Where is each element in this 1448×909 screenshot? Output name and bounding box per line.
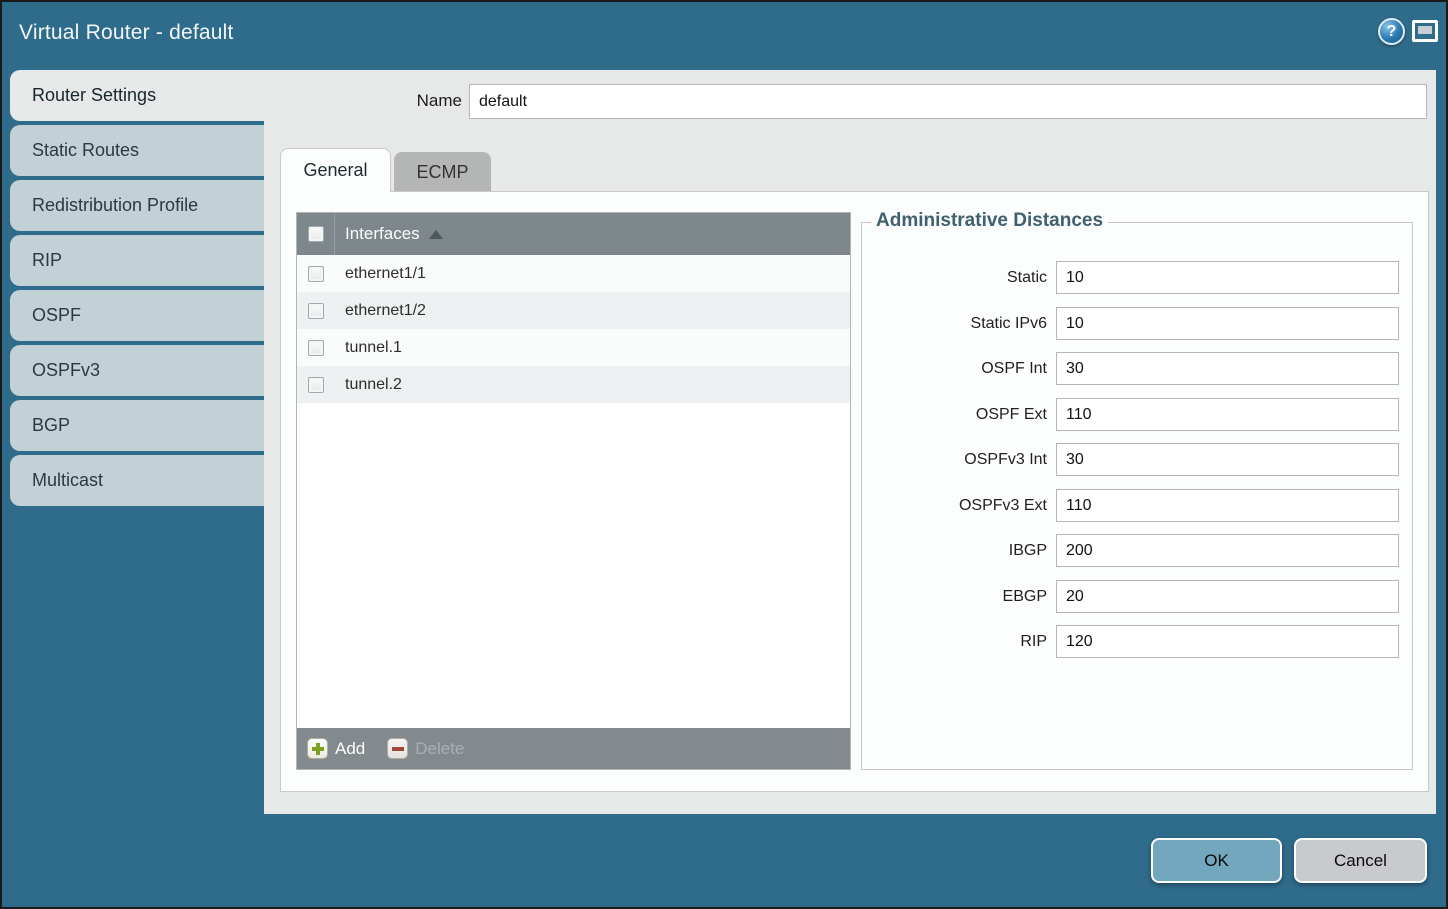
field-row: OSPFv3 Int — [862, 443, 1412, 477]
ospfv3-int-label: OSPFv3 Int — [862, 451, 1047, 469]
sort-ascending-icon[interactable] — [429, 230, 443, 239]
row-checkbox[interactable] — [308, 377, 324, 393]
table-row[interactable]: tunnel.2 — [297, 366, 850, 403]
ospfv3-int-input[interactable] — [1056, 443, 1399, 476]
administrative-distances-legend: Administrative Distances — [871, 210, 1108, 232]
static-ipv6-label: Static IPv6 — [862, 315, 1047, 333]
ospfv3-ext-label: OSPFv3 Ext — [862, 497, 1047, 515]
row-checkbox[interactable] — [308, 303, 324, 319]
field-row: EBGP — [862, 580, 1412, 614]
interfaces-table-footer: Add Delete — [297, 728, 850, 769]
tab-general[interactable]: General — [280, 148, 391, 192]
interfaces-table-body: ethernet1/1 ethernet1/2 tunnel.1 tunnel.… — [297, 255, 850, 728]
delete-button[interactable]: Delete — [387, 738, 464, 759]
static-label: Static — [862, 269, 1047, 287]
ospf-int-input[interactable] — [1056, 352, 1399, 385]
add-button[interactable]: Add — [307, 738, 365, 759]
field-row: OSPF Ext — [862, 398, 1412, 432]
dialog-title: Virtual Router - default — [19, 21, 234, 45]
rip-label: RIP — [862, 633, 1047, 651]
interface-name: ethernet1/1 — [345, 265, 426, 283]
minus-icon — [387, 738, 408, 759]
row-checkbox[interactable] — [308, 266, 324, 282]
sidebar-item-rip[interactable]: RIP — [10, 235, 264, 286]
interfaces-table: Interfaces ethernet1/1 ethernet1/2 tunne… — [296, 212, 851, 770]
row-checkbox[interactable] — [308, 340, 324, 356]
virtual-router-dialog: Virtual Router - default ? Router Settin… — [0, 0, 1448, 909]
field-row: OSPFv3 Ext — [862, 489, 1412, 523]
ospf-ext-label: OSPF Ext — [862, 406, 1047, 424]
sidebar-item-ospfv3[interactable]: OSPFv3 — [10, 345, 264, 396]
table-row[interactable]: ethernet1/2 — [297, 292, 850, 329]
sidebar-item-router-settings[interactable]: Router Settings — [10, 70, 264, 121]
ospfv3-ext-input[interactable] — [1056, 489, 1399, 522]
interface-name: tunnel.2 — [345, 376, 402, 394]
field-row: RIP — [862, 625, 1412, 659]
tabstrip: General ECMP — [280, 148, 491, 192]
sidebar: Router Settings Static Routes Redistribu… — [10, 70, 264, 510]
field-row: Static IPv6 — [862, 307, 1412, 341]
name-input[interactable] — [469, 84, 1427, 119]
interface-name: ethernet1/2 — [345, 302, 426, 320]
delete-button-label: Delete — [415, 739, 464, 759]
sidebar-item-multicast[interactable]: Multicast — [10, 455, 264, 506]
select-all-checkbox[interactable] — [308, 226, 324, 242]
cancel-button[interactable]: Cancel — [1294, 838, 1427, 883]
static-ipv6-input[interactable] — [1056, 307, 1399, 340]
field-row: Static — [862, 261, 1412, 295]
ibgp-input[interactable] — [1056, 534, 1399, 567]
ebgp-input[interactable] — [1056, 580, 1399, 613]
sidebar-item-bgp[interactable]: BGP — [10, 400, 264, 451]
name-row: Name — [264, 84, 1436, 120]
help-icon[interactable]: ? — [1378, 18, 1405, 45]
ospf-ext-input[interactable] — [1056, 398, 1399, 431]
interfaces-column-header[interactable]: Interfaces — [345, 224, 420, 244]
window-icon-pane — [1418, 26, 1432, 34]
table-row[interactable]: tunnel.1 — [297, 329, 850, 366]
plus-icon — [307, 738, 328, 759]
ospf-int-label: OSPF Int — [862, 360, 1047, 378]
sidebar-item-static-routes[interactable]: Static Routes — [10, 125, 264, 176]
header-checkbox-cell — [297, 213, 335, 255]
field-row: OSPF Int — [862, 352, 1412, 386]
tab-ecmp[interactable]: ECMP — [394, 152, 491, 192]
administrative-distances-fieldset: Administrative Distances Static Static I… — [861, 222, 1413, 770]
rip-input[interactable] — [1056, 625, 1399, 658]
ibgp-label: IBGP — [862, 542, 1047, 560]
name-label: Name — [406, 91, 462, 111]
main-panel: Name General ECMP Interfaces — [264, 70, 1436, 814]
table-row[interactable]: ethernet1/1 — [297, 255, 850, 292]
interface-name: tunnel.1 — [345, 339, 402, 357]
add-button-label: Add — [335, 739, 365, 759]
titlebar: Virtual Router - default ? — [2, 2, 1446, 68]
field-row: IBGP — [862, 534, 1412, 568]
general-tab-panel: Interfaces ethernet1/1 ethernet1/2 tunne… — [280, 191, 1429, 792]
ok-button[interactable]: OK — [1151, 838, 1282, 883]
sidebar-item-ospf[interactable]: OSPF — [10, 290, 264, 341]
static-input[interactable] — [1056, 261, 1399, 294]
window-icon[interactable] — [1412, 20, 1438, 42]
ebgp-label: EBGP — [862, 588, 1047, 606]
interfaces-table-header: Interfaces — [297, 213, 850, 255]
sidebar-item-redistribution-profile[interactable]: Redistribution Profile — [10, 180, 264, 231]
